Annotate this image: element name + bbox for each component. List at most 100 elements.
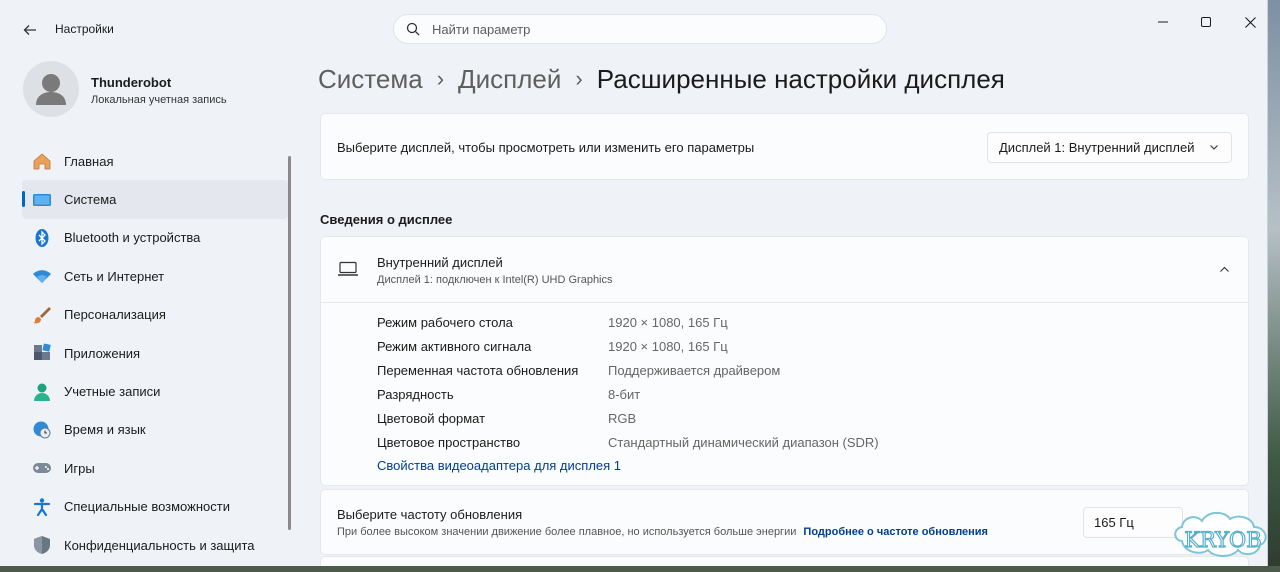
user-name: Thunderobot bbox=[91, 75, 172, 90]
maximize-icon bbox=[1201, 17, 1211, 27]
bluetooth-icon bbox=[32, 228, 52, 248]
sidebar-item-label: Bluetooth и устройства bbox=[64, 230, 201, 246]
system-icon bbox=[32, 190, 52, 210]
sidebar-scrollbar[interactable] bbox=[288, 156, 291, 530]
refresh-rate-title: Выберите частоту обновления bbox=[337, 507, 523, 522]
avatar[interactable] bbox=[23, 61, 79, 117]
info-row: Переменная частота обновления Поддержива… bbox=[377, 358, 780, 382]
sidebar-item-label: Приложения bbox=[64, 345, 141, 361]
laptop-icon bbox=[338, 261, 358, 276]
back-button[interactable] bbox=[16, 16, 44, 44]
info-row-key: Цветовой формат bbox=[377, 410, 486, 426]
sidebar-item-accessibility[interactable]: Специальные возможности bbox=[22, 488, 288, 526]
accessibility-icon bbox=[32, 497, 52, 517]
breadcrumb-system[interactable]: Система bbox=[318, 64, 423, 95]
page-title: Расширенные настройки дисплея bbox=[596, 63, 1005, 94]
app-title: Настройки bbox=[55, 22, 114, 36]
sidebar-item-label: Главная bbox=[64, 153, 114, 169]
user-icon bbox=[36, 74, 66, 105]
info-row-value: RGB bbox=[608, 410, 637, 426]
display-dropdown[interactable]: Дисплей 1: Внутренний дисплей bbox=[987, 132, 1232, 163]
info-row-key: Режим активного сигнала bbox=[377, 338, 532, 354]
sidebar-item-network[interactable]: Сеть и Интернет bbox=[22, 257, 288, 295]
search-input[interactable]: Найти параметр bbox=[432, 22, 530, 37]
back-arrow-icon bbox=[23, 25, 36, 35]
sidebar-item-label: Персонализация bbox=[64, 307, 166, 323]
info-row-key: Разрядность bbox=[377, 386, 454, 402]
close-button[interactable] bbox=[1227, 10, 1267, 34]
sidebar-item-time-language[interactable]: Время и язык bbox=[22, 411, 288, 449]
info-row-value: Поддерживается драйвером bbox=[608, 362, 781, 378]
chevron-right-icon: › bbox=[575, 66, 583, 91]
search-box[interactable]: Найти параметр bbox=[393, 14, 887, 44]
display-info-subtitle: Дисплей 1: подключен к Intel(R) UHD Grap… bbox=[377, 274, 613, 286]
account-type: Локальная учетная запись bbox=[91, 94, 227, 106]
sidebar-item-bluetooth[interactable]: Bluetooth и устройства bbox=[22, 219, 288, 257]
info-row: Цветовое пространство Стандартный динами… bbox=[377, 430, 879, 454]
sidebar-nav: Главная Система Bluetooth и устройства С… bbox=[22, 142, 288, 564]
accounts-icon bbox=[32, 382, 52, 402]
display-info-card: Внутренний дисплей Дисплей 1: подключен … bbox=[320, 236, 1249, 486]
info-row-key: Переменная частота обновления bbox=[377, 362, 579, 378]
adapter-properties-link[interactable]: Свойства видеоадаптера для дисплея 1 bbox=[377, 458, 621, 473]
sidebar-item-accounts[interactable]: Учетные записи bbox=[22, 372, 288, 410]
minimize-button[interactable] bbox=[1140, 10, 1186, 34]
chevron-up-icon[interactable] bbox=[1219, 264, 1230, 275]
home-icon bbox=[32, 151, 52, 171]
sidebar-item-privacy[interactable]: Конфиденциальность и защита bbox=[22, 526, 288, 564]
info-row-key: Цветовое пространство bbox=[377, 434, 521, 450]
info-row-value: 1920 × 1080, 165 Гц bbox=[608, 338, 728, 354]
refresh-rate-card: Выберите частоту обновления При более вы… bbox=[320, 489, 1249, 555]
sidebar-item-gaming[interactable]: Игры bbox=[22, 449, 288, 487]
info-row-value: Стандартный динамический диапазон (SDR) bbox=[608, 434, 879, 450]
title-bar: Настройки Найти параметр bbox=[0, 0, 1267, 58]
info-row: Разрядность 8-бит bbox=[377, 382, 640, 406]
refresh-rate-value: 165 Гц bbox=[1094, 515, 1134, 530]
info-row: Цветовой формат RGB bbox=[377, 406, 636, 430]
info-row-value: 8-бит bbox=[608, 386, 641, 402]
refresh-rate-description: При более высоком значении движение боле… bbox=[337, 526, 797, 538]
shield-icon bbox=[32, 535, 52, 555]
watermark-text: KRYOB bbox=[1184, 528, 1261, 552]
sidebar-item-label: Сеть и Интернет bbox=[64, 268, 165, 284]
sidebar-item-personalization[interactable]: Персонализация bbox=[22, 296, 288, 334]
gamepad-icon bbox=[32, 458, 52, 478]
desktop-background bbox=[1268, 0, 1280, 572]
settings-window: Настройки Найти параметр Thunderobot Лок… bbox=[0, 0, 1268, 566]
breadcrumb: Система › Дисплей › Расширенные настройк… bbox=[318, 60, 1005, 98]
breadcrumb-display[interactable]: Дисплей bbox=[458, 64, 561, 95]
section-title-display-info: Сведения о дисплее bbox=[320, 212, 453, 227]
apps-icon bbox=[32, 343, 52, 363]
brush-icon bbox=[32, 305, 52, 325]
sidebar-item-label: Конфиденциальность и защита bbox=[64, 537, 255, 553]
info-row: Режим активного сигнала 1920 × 1080, 165… bbox=[377, 334, 728, 358]
close-icon bbox=[1244, 16, 1256, 28]
display-select-label: Выберите дисплей, чтобы просмотреть или … bbox=[337, 140, 755, 155]
chevron-right-icon: › bbox=[436, 66, 445, 91]
refresh-rate-dropdown[interactable]: 165 Гц bbox=[1083, 507, 1183, 538]
sidebar-item-apps[interactable]: Приложения bbox=[22, 334, 288, 372]
wifi-icon bbox=[32, 266, 52, 286]
search-icon bbox=[406, 22, 420, 36]
next-setting-card bbox=[320, 556, 1249, 566]
sidebar-item-home[interactable]: Главная bbox=[22, 142, 288, 180]
time-language-icon bbox=[32, 420, 52, 440]
chevron-down-icon bbox=[1210, 145, 1218, 150]
display-info-header[interactable]: Внутренний дисплей Дисплей 1: подключен … bbox=[321, 237, 1248, 303]
info-row-value: 1920 × 1080, 165 Гц bbox=[608, 314, 728, 330]
maximize-button[interactable] bbox=[1183, 10, 1229, 34]
display-info-title: Внутренний дисплей bbox=[377, 255, 503, 270]
refresh-rate-learn-more-link[interactable]: Подробнее о частоте обновления bbox=[803, 526, 988, 538]
minimize-icon bbox=[1158, 21, 1168, 23]
sidebar-item-system[interactable]: Система bbox=[22, 180, 288, 219]
sidebar-item-label: Специальные возможности bbox=[64, 499, 230, 515]
watermark-logo: KRYOB bbox=[1170, 505, 1276, 567]
desktop-background-bottom bbox=[0, 566, 1280, 572]
display-select-card: Выберите дисплей, чтобы просмотреть или … bbox=[320, 113, 1249, 180]
sidebar-item-label: Система bbox=[64, 192, 117, 208]
display-dropdown-value: Дисплей 1: Внутренний дисплей bbox=[999, 140, 1195, 155]
sidebar-item-label: Время и язык bbox=[64, 422, 146, 438]
info-row-key: Режим рабочего стола bbox=[377, 314, 513, 330]
sidebar-item-label: Игры bbox=[64, 460, 95, 476]
info-row: Режим рабочего стола 1920 × 1080, 165 Гц bbox=[377, 310, 728, 334]
